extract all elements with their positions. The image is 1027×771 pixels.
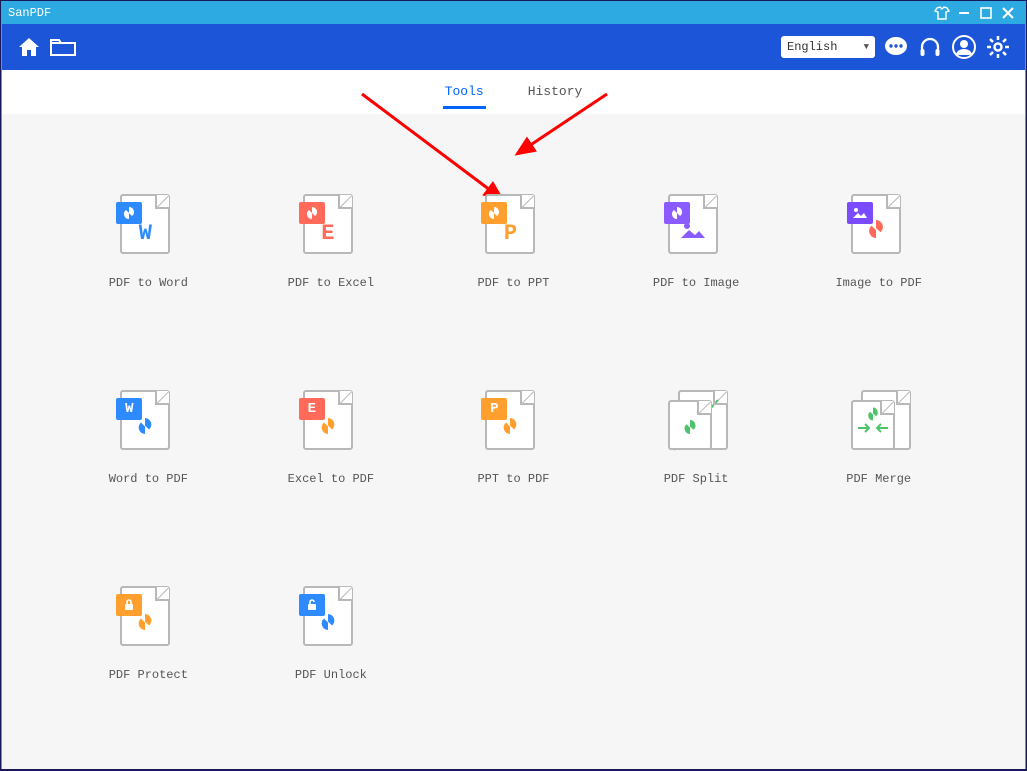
tile-label: Excel to PDF <box>288 472 374 486</box>
tools-grid: W PDF to Word E PDF to Excel P PDF to PP… <box>72 194 955 682</box>
app-window: SanPDF English ▼ <box>1 1 1026 769</box>
tile-label: PDF Merge <box>846 472 911 486</box>
titlebar: SanPDF <box>2 2 1025 24</box>
tile-pdf-split[interactable]: PDF Split <box>664 390 729 486</box>
pdf-icon <box>670 418 710 440</box>
minimize-button[interactable] <box>953 2 975 24</box>
tile-label: PDF Split <box>664 472 729 486</box>
tile-excel-to-pdf[interactable]: E Excel to PDF <box>288 390 374 486</box>
pdf-icon <box>853 218 899 244</box>
tile-pdf-to-ppt[interactable]: P PDF to PPT <box>477 194 549 290</box>
pdf-icon <box>122 206 136 220</box>
pdf-icon <box>122 612 168 636</box>
tile-label: Word to PDF <box>109 472 188 486</box>
settings-button[interactable] <box>981 30 1015 64</box>
close-button[interactable] <box>997 2 1019 24</box>
pdf-icon <box>305 206 319 220</box>
toolbar: English ▼ <box>2 24 1025 70</box>
user-button[interactable] <box>947 30 981 64</box>
folder-button[interactable] <box>46 30 80 64</box>
tile-ppt-to-pdf[interactable]: P PPT to PDF <box>477 390 549 486</box>
chat-button[interactable] <box>879 30 913 64</box>
tile-pdf-merge[interactable]: PDF Merge <box>846 390 911 486</box>
app-title: SanPDF <box>8 6 51 20</box>
pdf-icon <box>122 416 168 440</box>
language-value: English <box>787 40 837 54</box>
pdf-icon <box>487 206 501 220</box>
maximize-button[interactable] <box>975 2 997 24</box>
pdf-icon <box>670 206 684 220</box>
tile-pdf-to-excel[interactable]: E PDF to Excel <box>288 194 374 290</box>
tab-history[interactable]: History <box>526 80 585 109</box>
pdf-icon <box>853 406 893 426</box>
chevron-down-icon: ▼ <box>864 42 869 52</box>
tile-label: PDF to Excel <box>288 276 374 290</box>
tile-pdf-unlock[interactable]: PDF Unlock <box>295 586 367 682</box>
pdf-icon <box>305 416 351 440</box>
language-dropdown[interactable]: English ▼ <box>781 36 875 58</box>
tile-word-to-pdf[interactable]: W Word to PDF <box>109 390 188 486</box>
tab-tools[interactable]: Tools <box>443 80 486 109</box>
tile-label: PDF Unlock <box>295 668 367 682</box>
content-area: W PDF to Word E PDF to Excel P PDF to PP… <box>2 114 1025 769</box>
tabs: Tools History <box>2 70 1025 114</box>
tile-pdf-protect[interactable]: PDF Protect <box>109 586 188 682</box>
tile-label: PPT to PDF <box>477 472 549 486</box>
headphones-button[interactable] <box>913 30 947 64</box>
shirt-icon[interactable] <box>931 2 953 24</box>
home-button[interactable] <box>12 30 46 64</box>
tile-label: PDF to PPT <box>477 276 549 290</box>
image-icon <box>670 220 716 244</box>
pdf-icon <box>305 612 351 636</box>
tile-label: Image to PDF <box>835 276 921 290</box>
tile-label: PDF to Image <box>653 276 739 290</box>
tile-image-to-pdf[interactable]: Image to PDF <box>835 194 921 290</box>
pdf-icon <box>487 416 533 440</box>
tile-pdf-to-word[interactable]: W PDF to Word <box>109 194 188 290</box>
tile-pdf-to-image[interactable]: PDF to Image <box>653 194 739 290</box>
tile-label: PDF to Word <box>109 276 188 290</box>
tile-label: PDF Protect <box>109 668 188 682</box>
